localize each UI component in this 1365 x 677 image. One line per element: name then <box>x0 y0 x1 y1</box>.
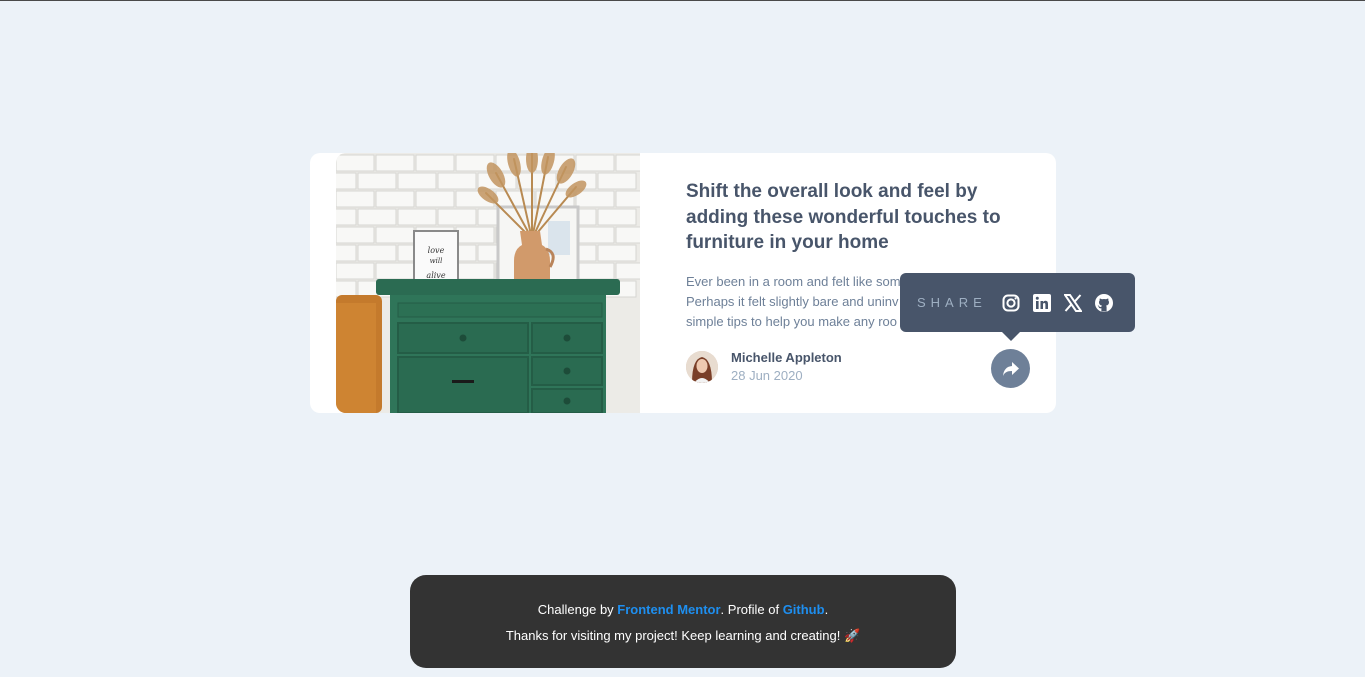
excerpt-line: Perhaps it felt slightly bare and uninv <box>686 294 899 309</box>
svg-text:love: love <box>428 246 445 255</box>
attribution-footer: Challenge by Frontend Mentor. Profile of… <box>410 575 956 668</box>
x-icon[interactable] <box>1063 293 1083 313</box>
author-name: Michelle Appleton <box>731 350 842 365</box>
frontend-mentor-link[interactable]: Frontend Mentor <box>617 602 720 617</box>
thanks-message: Thanks for visiting my project! Keep lea… <box>505 628 861 643</box>
drawers-image: love will alive <box>336 153 640 413</box>
attribution-suffix: . <box>824 602 829 617</box>
instagram-icon[interactable] <box>1001 293 1021 313</box>
attribution-line: Challenge by Frontend Mentor. Profile of… <box>410 602 956 617</box>
excerpt-line: simple tips to help you make any roo <box>686 314 897 329</box>
share-button[interactable] <box>991 349 1030 388</box>
share-arrow-icon <box>1002 361 1019 376</box>
svg-text:will: will <box>430 257 443 265</box>
post-date: 28 Jun 2020 <box>731 368 803 383</box>
attribution-middle: . Profile of <box>720 602 783 617</box>
linkedin-icon[interactable] <box>1032 293 1052 313</box>
attribution-prefix: Challenge by <box>537 602 618 617</box>
article-title: Shift the overall look and feel by addin… <box>686 181 1001 253</box>
share-popup: SHARE <box>900 273 1135 341</box>
github-link[interactable]: Github <box>783 602 825 617</box>
author-info: Michelle Appleton 28 Jun 2020 <box>686 349 842 385</box>
avatar <box>686 351 718 383</box>
share-label: SHARE <box>917 295 987 310</box>
github-icon[interactable] <box>1094 293 1114 313</box>
excerpt-line: Ever been in a room and felt like some <box>686 274 908 289</box>
svg-text:alive: alive <box>426 271 445 280</box>
